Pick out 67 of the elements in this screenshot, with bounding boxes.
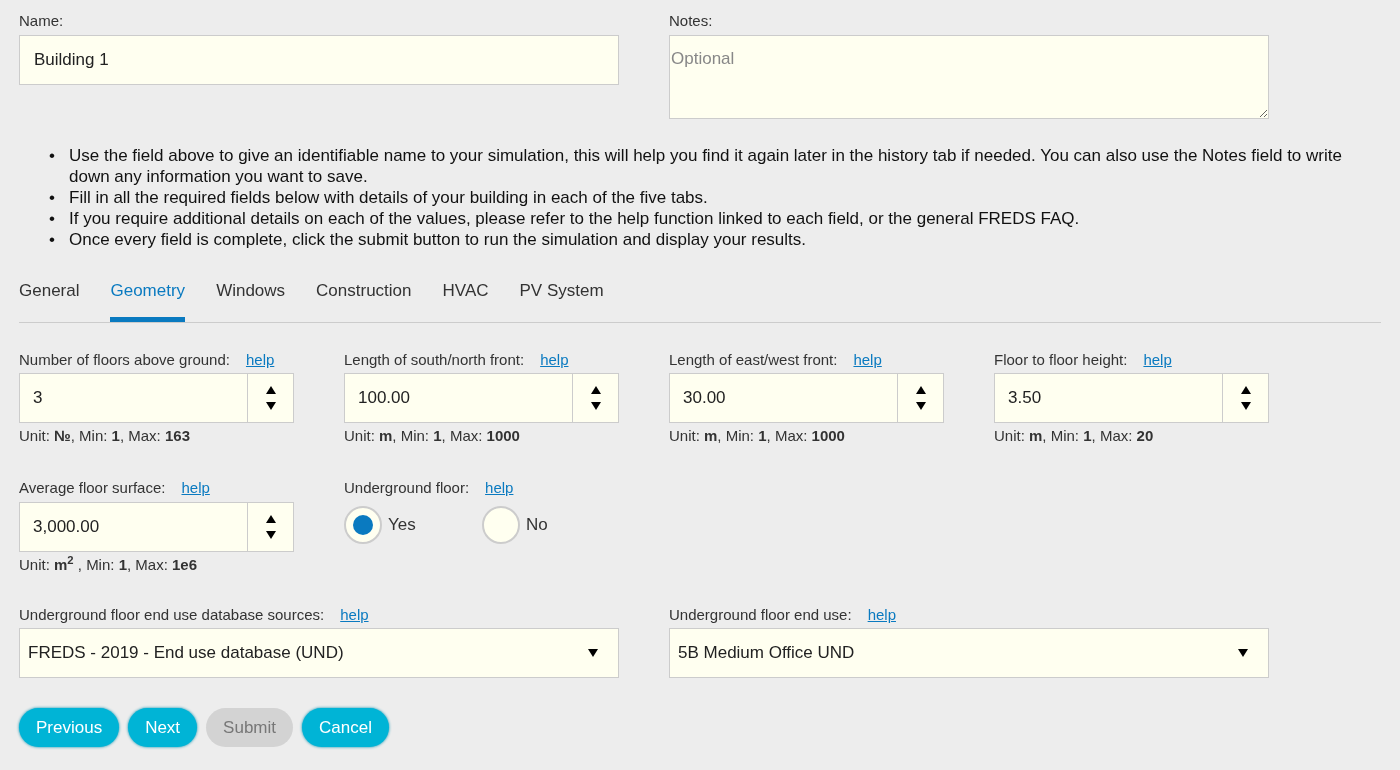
notes-textarea[interactable]: Optional xyxy=(669,34,1269,119)
field-label: Name: xyxy=(19,11,65,31)
field-label: Length of south/north front: xyxy=(344,349,525,370)
unit-text: Unit: m, Min: 1, Max: 1000 xyxy=(344,426,521,446)
dropdown-caret-icon xyxy=(588,649,598,657)
help-link[interactable]: help xyxy=(340,603,369,626)
down-arrow-icon[interactable] xyxy=(265,402,276,410)
radio-button[interactable] xyxy=(344,505,382,544)
help-link[interactable]: help xyxy=(485,477,514,500)
up-arrow-icon[interactable] xyxy=(265,386,276,394)
down-arrow-icon[interactable] xyxy=(1240,402,1251,410)
tab[interactable]: PV System xyxy=(519,277,604,322)
help-link[interactable]: help xyxy=(867,603,896,626)
down-arrow-icon[interactable] xyxy=(915,402,926,410)
up-arrow-icon[interactable] xyxy=(590,386,601,394)
number-field[interactable]: 30.00 xyxy=(669,373,944,423)
select-field[interactable]: 5B Medium Office UND xyxy=(669,628,1269,678)
bullet: • xyxy=(49,186,56,208)
help-link[interactable]: help xyxy=(245,348,275,371)
number-field[interactable]: 3.50 xyxy=(994,373,1269,423)
instruction-text: If you require additional details on each of the values, please refer to the help function linked to each field, or the general FREDS FAQ. xyxy=(69,207,1080,229)
field-label: Floor to floor height: xyxy=(994,349,1128,370)
unit-text: Unit: №, Min: 1, Max: 163 xyxy=(19,426,191,446)
tab[interactable]: HVAC xyxy=(442,277,489,322)
up-arrow-icon[interactable] xyxy=(915,386,926,394)
field-value: 3.50 xyxy=(1007,387,1043,410)
instruction-text: Use the field above to give an identifiable name to your simulation, this will help you find it again later in the history tab if needed. You can also use the Notes field to write down any information you want to save. xyxy=(69,144,1343,187)
field-label: Average floor surface: xyxy=(19,478,166,498)
field-label: Length of east/west front: xyxy=(669,349,838,370)
instruction-text: Fill in all the required fields below with details of your building in each of the five tabs. xyxy=(69,186,708,208)
radio-button[interactable] xyxy=(482,505,520,544)
bullet: • xyxy=(49,144,56,167)
help-link[interactable]: help xyxy=(181,477,210,500)
radio-label: Yes xyxy=(388,513,416,536)
up-arrow-icon[interactable] xyxy=(265,514,276,523)
name-input[interactable]: Building 1 xyxy=(19,34,619,85)
field-label: Underground floor: xyxy=(344,478,470,498)
tab[interactable]: Construction xyxy=(316,277,412,322)
instruction-text: Once every field is complete, click the submit button to run the simulation and display your results. xyxy=(69,228,807,250)
number-field[interactable]: 3 xyxy=(19,373,294,423)
help-link[interactable]: help xyxy=(853,348,882,371)
field-value: 30.00 xyxy=(682,387,727,410)
number-field[interactable]: 3,000.00 xyxy=(19,501,294,552)
tab[interactable]: Windows xyxy=(216,277,286,322)
field-label: Underground floor end use database sources: xyxy=(19,604,325,625)
field-label: Notes: xyxy=(669,11,714,31)
field-value: 100.00 xyxy=(357,387,411,410)
help-link[interactable]: help xyxy=(540,348,569,371)
tab[interactable]: General xyxy=(19,277,80,322)
field-label: Number of floors above ground: xyxy=(19,349,230,370)
field-value: 3 xyxy=(32,387,44,410)
select-field[interactable]: FREDS - 2019 - End use database (UND) xyxy=(19,628,619,678)
number-field[interactable]: 100.00 xyxy=(344,373,619,423)
down-arrow-icon[interactable] xyxy=(265,530,276,539)
tab[interactable]: Geometry xyxy=(110,277,186,322)
up-arrow-icon[interactable] xyxy=(1240,386,1251,394)
dropdown-caret-icon xyxy=(1238,649,1248,657)
down-arrow-icon[interactable] xyxy=(590,402,601,410)
bullet: • xyxy=(49,228,56,250)
unit-text: Unit: m$^{2}$ , Min: 1, Max: 1e6 xyxy=(19,553,199,575)
radio-label: No xyxy=(526,513,548,536)
unit-text: Unit: m, Min: 1, Max: 1000 xyxy=(669,426,846,446)
unit-text: Unit: m, Min: 1, Max: 20 xyxy=(994,426,1155,446)
field-label: Underground floor end use: xyxy=(669,604,852,625)
bullet: • xyxy=(49,207,56,229)
help-link[interactable]: help xyxy=(1143,348,1172,371)
field-value: 3,000.00 xyxy=(32,515,101,538)
